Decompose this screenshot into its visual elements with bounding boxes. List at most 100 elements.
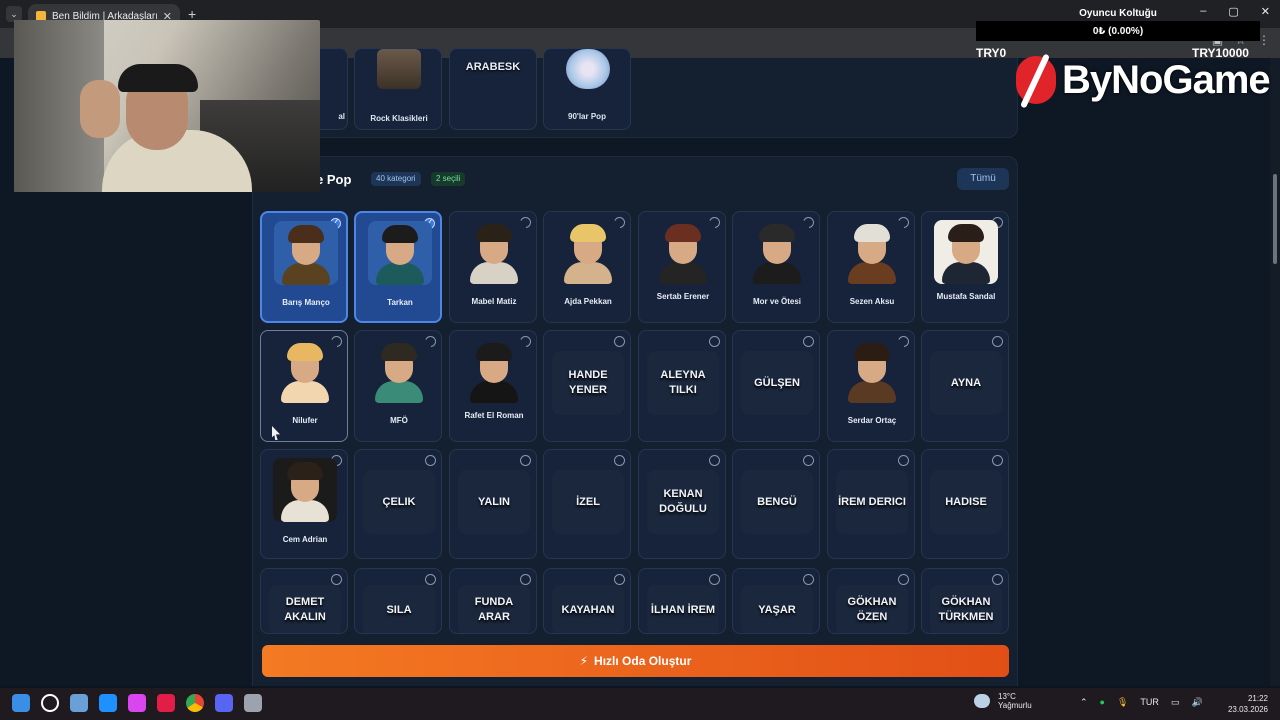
artist-card[interactable]: AYNA (921, 330, 1009, 442)
language-indicator[interactable]: TUR (1140, 697, 1159, 708)
select-all-button[interactable]: Tümü (957, 168, 1009, 190)
artist-card[interactable]: ÇELIK (354, 449, 442, 559)
taskbar-app-icon[interactable] (244, 694, 262, 712)
artist-card[interactable]: Mustafa Sandal (921, 211, 1009, 323)
unchecked-circle-icon[interactable] (898, 455, 909, 466)
unchecked-circle-icon[interactable] (803, 336, 814, 347)
quick-room-create-button[interactable]: ⚡ Hızlı Oda Oluştur (262, 645, 1009, 677)
artist-card[interactable]: Cem Adrian (260, 449, 348, 559)
unchecked-circle-icon[interactable] (614, 574, 625, 585)
selected-count-chip: 2 seçili (431, 172, 466, 186)
avatar-hair (287, 343, 323, 361)
artist-card[interactable]: ALEYNA TILKI (638, 330, 726, 442)
unchecked-circle-icon[interactable] (614, 455, 625, 466)
artist-card[interactable]: Tarkan (354, 211, 442, 323)
chrome-icon[interactable] (186, 694, 204, 712)
artist-card[interactable]: Mor ve Ötesi (732, 211, 820, 323)
unchecked-circle-icon[interactable] (709, 455, 720, 466)
weather-temp: 13°C (998, 692, 1016, 701)
artist-card[interactable]: MFÖ (354, 330, 442, 442)
artist-card[interactable]: Mabel Matiz (449, 211, 537, 323)
page-scrollbar[interactable] (1270, 58, 1280, 686)
unchecked-circle-icon[interactable] (898, 574, 909, 585)
status-dot-icon[interactable]: ● (1100, 697, 1105, 708)
unchecked-circle-icon[interactable] (520, 574, 531, 585)
unchecked-circle-icon[interactable] (520, 455, 531, 466)
artist-card[interactable]: Ajda Pekkan (543, 211, 631, 323)
artist-card[interactable]: HADISE (921, 449, 1009, 559)
taskbar-app-icon[interactable] (99, 694, 117, 712)
taskbar-app-icon[interactable] (157, 694, 175, 712)
windows-start-icon[interactable] (12, 694, 30, 712)
artist-card[interactable]: DEMET AKALIN (260, 568, 348, 634)
artist-name-tile: KENAN DOĞULU (647, 470, 719, 534)
artist-card[interactable]: FUNDA ARAR (449, 568, 537, 634)
artist-card[interactable]: GÖKHAN TÜRKMEN (921, 568, 1009, 634)
taskbar-app-icon[interactable] (70, 694, 88, 712)
artist-name: MFÖ (390, 416, 408, 425)
tray-overflow-icon[interactable]: ⌃ (1080, 697, 1088, 708)
artist-card[interactable]: İZEL (543, 449, 631, 559)
unchecked-circle-icon[interactable] (992, 455, 1003, 466)
artist-card[interactable]: İREM DERICI (827, 449, 915, 559)
artist-avatar (934, 220, 998, 284)
bynogame-mark-icon (1016, 56, 1056, 104)
category-card-label: Rock Klasikleri (370, 114, 428, 123)
category-card-arabesk[interactable]: ARABESK (449, 48, 537, 130)
cd-image (566, 49, 610, 89)
volume-icon[interactable]: 🔊 (1191, 697, 1202, 708)
artist-card[interactable]: Barış Manço (260, 211, 348, 323)
category-card-90s-pop[interactable]: 90'lar Pop (543, 48, 631, 130)
mic-icon[interactable]: 🎙 (1117, 697, 1128, 708)
artist-card[interactable]: HANDE YENER (543, 330, 631, 442)
artist-avatar (745, 220, 809, 284)
unchecked-circle-icon[interactable] (425, 455, 436, 466)
artist-card[interactable]: KAYAHAN (543, 568, 631, 634)
artist-name-tile: İZEL (552, 470, 624, 534)
artist-card[interactable]: YALIN (449, 449, 537, 559)
clock-time: 21:22 (1247, 694, 1268, 703)
artist-card[interactable]: Serdar Ortaç (827, 330, 915, 442)
search-icon[interactable] (41, 694, 59, 712)
unchecked-circle-icon[interactable] (331, 574, 342, 585)
artist-name-tile: ÇELIK (363, 470, 435, 534)
artist-avatar (368, 221, 432, 285)
avatar-torso (659, 262, 707, 284)
artist-card[interactable]: İLHAN İREM (638, 568, 726, 634)
network-icon[interactable]: ▭ (1171, 697, 1180, 708)
artist-card[interactable]: GÖKHAN ÖZEN (827, 568, 915, 634)
artist-card[interactable]: Rafet El Roman (449, 330, 537, 442)
avatar-torso (848, 381, 896, 403)
artist-card[interactable]: Sezen Aksu (827, 211, 915, 323)
donation-goal: Oyuncu Koltuğu 0₺ (0.00%) (976, 8, 1260, 41)
artist-card[interactable]: YAŞAR (732, 568, 820, 634)
unchecked-circle-icon[interactable] (425, 574, 436, 585)
artist-name: Rafet El Roman (464, 411, 524, 420)
avatar-torso (282, 263, 330, 285)
unchecked-circle-icon[interactable] (709, 574, 720, 585)
avatar-torso (375, 381, 423, 403)
streamer-bandana (118, 64, 198, 92)
avatar-hair (287, 462, 323, 480)
taskbar-apps (12, 694, 262, 712)
unchecked-circle-icon[interactable] (803, 574, 814, 585)
unchecked-circle-icon[interactable] (614, 336, 625, 347)
clock[interactable]: 21:22 23.03.2026 (1228, 693, 1268, 715)
webcam-overlay (14, 20, 320, 192)
taskbar-app-icon[interactable] (128, 694, 146, 712)
artist-card[interactable]: SILA (354, 568, 442, 634)
weather-widget[interactable]: 13°C Yağmurlu (974, 692, 1032, 710)
unchecked-circle-icon[interactable] (709, 336, 720, 347)
artist-card[interactable]: KENAN DOĞULU (638, 449, 726, 559)
artist-card[interactable]: GÜLŞEN (732, 330, 820, 442)
artist-card[interactable]: Nilufer (260, 330, 348, 442)
taskbar-app-icon[interactable] (215, 694, 233, 712)
unchecked-circle-icon[interactable] (992, 336, 1003, 347)
category-card-rock[interactable]: Rock Klasikleri (354, 48, 442, 130)
unchecked-circle-icon[interactable] (992, 574, 1003, 585)
close-window-icon[interactable]: ✕ (1261, 5, 1270, 18)
scrollbar-thumb[interactable] (1273, 174, 1277, 264)
artist-card[interactable]: BENGÜ (732, 449, 820, 559)
artist-card[interactable]: Sertab Erener (638, 211, 726, 323)
unchecked-circle-icon[interactable] (803, 455, 814, 466)
